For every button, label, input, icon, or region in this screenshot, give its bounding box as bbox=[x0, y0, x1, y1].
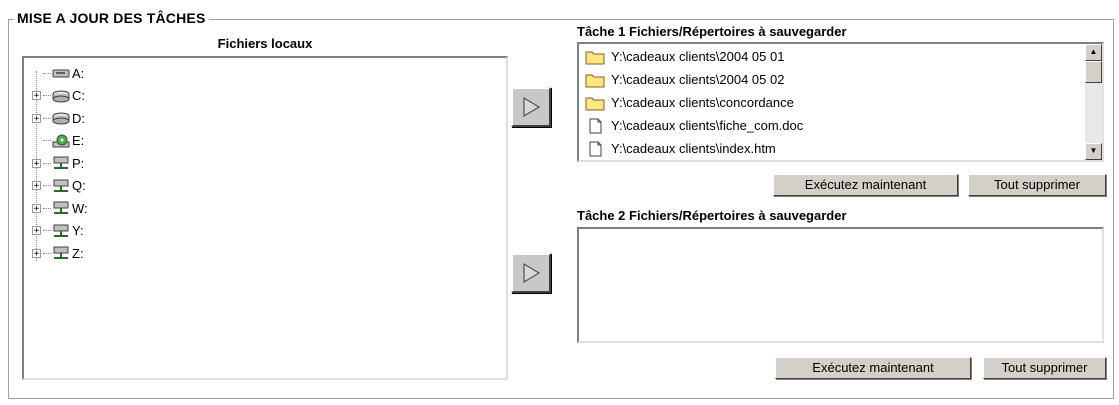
local-files-tree[interactable]: A: + C: + D: E: + P: + Q: + W: + Y: + Z: bbox=[22, 56, 508, 380]
list-item[interactable]: Y:\cadeaux clients\index.htm bbox=[585, 137, 776, 160]
network-drive-icon bbox=[52, 179, 70, 193]
expand-icon[interactable]: + bbox=[32, 113, 41, 123]
network-drive-icon bbox=[52, 224, 70, 238]
tree-item-label: Z: bbox=[72, 245, 84, 261]
group-title: MISE A JOUR DES TÂCHES bbox=[14, 10, 209, 26]
scroll-up-icon[interactable]: ▲ bbox=[1085, 44, 1102, 61]
add-to-task1-button[interactable] bbox=[511, 87, 551, 127]
tree-connector bbox=[43, 162, 51, 164]
network-drive-icon bbox=[52, 246, 70, 260]
tree-item[interactable]: + C: bbox=[32, 85, 85, 107]
scroll-down-icon[interactable]: ▼ bbox=[1085, 143, 1102, 160]
list-item-label: Y:\cadeaux clients\fiche_com.doc bbox=[611, 118, 804, 133]
tree-item-label: P: bbox=[72, 155, 85, 171]
tree-connector bbox=[43, 117, 51, 119]
tree-item[interactable]: + Z: bbox=[32, 242, 84, 264]
network-drive-icon bbox=[52, 156, 70, 170]
tree-item[interactable]: A: bbox=[32, 62, 84, 84]
tree-item-label: A: bbox=[72, 65, 85, 81]
list-item-label: Y:\cadeaux clients\concordance bbox=[611, 95, 794, 110]
task1-list[interactable]: Y:\cadeaux clients\2004 05 01 Y:\cadeaux … bbox=[577, 42, 1104, 162]
tree-item-label: E: bbox=[72, 133, 85, 148]
task1-execute-button[interactable]: Exécutez maintenant bbox=[773, 174, 958, 196]
file-icon bbox=[585, 118, 605, 134]
tree-item[interactable]: + D: bbox=[32, 107, 85, 129]
network-drive-icon bbox=[52, 201, 70, 215]
list-item[interactable]: Y:\cadeaux clients\2004 05 01 bbox=[585, 45, 784, 68]
tree-item[interactable]: E: bbox=[32, 130, 84, 152]
list-item-label: Y:\cadeaux clients\index.htm bbox=[611, 141, 776, 156]
tree-item-label: Q: bbox=[72, 178, 86, 193]
hard-drive-icon bbox=[52, 111, 70, 125]
folder-icon bbox=[585, 49, 605, 65]
folder-icon bbox=[585, 72, 605, 88]
local-files-title: Fichiers locaux bbox=[217, 36, 313, 51]
add-to-task2-button[interactable] bbox=[511, 253, 551, 293]
task2-execute-button[interactable]: Exécutez maintenant bbox=[775, 357, 971, 379]
task1-scrollbar[interactable]: ▲ ▼ bbox=[1085, 44, 1102, 160]
expand-icon[interactable]: + bbox=[32, 203, 41, 213]
folder-icon bbox=[585, 95, 605, 111]
tree-connector bbox=[43, 140, 51, 141]
play-arrow-icon bbox=[523, 96, 541, 118]
list-item[interactable]: Y:\cadeaux clients\2004 05 02 bbox=[585, 68, 784, 91]
task2-title: Tâche 2 Fichiers/Répertoires à sauvegard… bbox=[577, 208, 847, 223]
play-arrow-icon bbox=[523, 262, 541, 284]
expand-icon[interactable]: + bbox=[32, 158, 41, 168]
task2-delete-all-button[interactable]: Tout supprimer bbox=[983, 357, 1106, 379]
hard-drive-icon bbox=[52, 89, 70, 103]
task1-title: Tâche 1 Fichiers/Répertoires à sauvegard… bbox=[577, 24, 847, 39]
floppy-drive-icon bbox=[52, 66, 70, 80]
cd-drive-icon bbox=[52, 134, 70, 148]
task1-delete-all-button[interactable]: Tout supprimer bbox=[968, 174, 1106, 196]
expand-icon[interactable]: + bbox=[32, 248, 41, 258]
tree-connector bbox=[43, 95, 51, 96]
list-item-label: Y:\cadeaux clients\2004 05 02 bbox=[611, 72, 785, 87]
scrollbar-thumb[interactable] bbox=[1085, 61, 1102, 83]
expand-icon[interactable]: + bbox=[32, 181, 41, 191]
tree-connector bbox=[43, 72, 51, 74]
tree-connector bbox=[43, 230, 51, 231]
tree-item-label: C: bbox=[72, 88, 85, 103]
tree-connector bbox=[43, 185, 51, 186]
tree-item-label: W: bbox=[72, 200, 88, 216]
list-item[interactable]: Y:\cadeaux clients\fiche_com.doc bbox=[585, 114, 803, 137]
tree-item[interactable]: + Y: bbox=[32, 220, 84, 242]
tree-item[interactable]: + P: bbox=[32, 152, 84, 174]
tree-item[interactable]: + W: bbox=[32, 197, 88, 219]
tree-item-label: D: bbox=[72, 110, 85, 126]
list-item-label: Y:\cadeaux clients\2004 05 01 bbox=[611, 49, 785, 64]
tree-connector bbox=[43, 252, 51, 254]
file-icon bbox=[585, 141, 605, 157]
expand-icon[interactable]: + bbox=[32, 91, 41, 101]
task2-list[interactable] bbox=[577, 227, 1104, 343]
tree-item-label: Y: bbox=[72, 223, 84, 238]
tree-item[interactable]: + Q: bbox=[32, 175, 86, 197]
list-item[interactable]: Y:\cadeaux clients\concordance bbox=[585, 91, 794, 114]
tree-connector bbox=[43, 207, 51, 209]
expand-icon[interactable]: + bbox=[32, 226, 41, 236]
